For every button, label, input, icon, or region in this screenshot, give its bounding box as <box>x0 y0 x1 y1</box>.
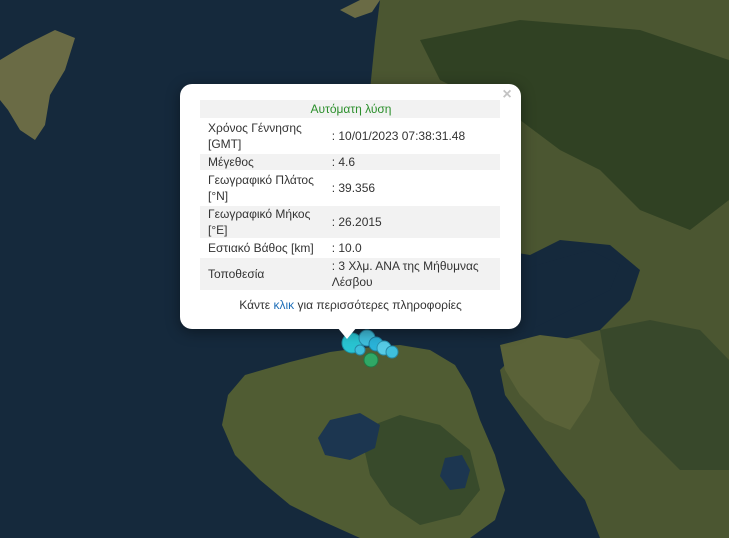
latitude-label: Γεωγραφικό Πλάτος [°N] <box>208 173 314 203</box>
table-row: Γεωγραφικό Πλάτος [°N] : 39.356 <box>200 172 500 204</box>
location-label: Τοποθεσία <box>200 258 330 290</box>
earthquake-marker-icon[interactable] <box>363 352 379 368</box>
origin-time-label: Χρόνος Γέννησης [GMT] <box>208 121 302 151</box>
earthquake-marker-icon[interactable] <box>354 344 366 356</box>
location-value: : 3 Χλμ. ΑΝΑ της Μήθυμνας Λέσβου <box>329 258 500 290</box>
more-info-suffix: για περισσότερες πληροφορίες <box>294 298 462 312</box>
more-info-link[interactable]: κλικ <box>273 298 294 312</box>
table-row: Τοποθεσία : 3 Χλμ. ΑΝΑ της Μήθυμνας Λέσβ… <box>200 258 500 290</box>
magnitude-label: Μέγεθος <box>200 154 330 170</box>
solution-title: Αυτόματη λύση <box>200 100 500 118</box>
close-icon[interactable]: × <box>499 87 515 103</box>
table-row: Γεωγραφικό Μήκος [°E] : 26.2015 <box>200 206 500 238</box>
longitude-label: Γεωγραφικό Μήκος [°E] <box>200 206 330 238</box>
table-row: Χρόνος Γέννησης [GMT] : 10/01/2023 07:38… <box>200 120 500 152</box>
earthquake-info-popup: × Αυτόματη λύση Χρόνος Γέννησης [GMT] : … <box>180 84 521 329</box>
depth-value: : 10.0 <box>331 241 362 255</box>
table-row: Εστιακό Βάθος [km] : 10.0 <box>200 240 500 256</box>
longitude-value: : 26.2015 <box>329 206 500 238</box>
latitude-value: : 39.356 <box>331 181 376 195</box>
popup-pointer <box>337 327 357 339</box>
earthquake-details-table: Αυτόματη λύση Χρόνος Γέννησης [GMT] : 10… <box>200 98 500 292</box>
origin-time-value: : 10/01/2023 07:38:31.48 <box>331 129 466 143</box>
earthquake-marker-icon[interactable] <box>385 345 399 359</box>
more-info-line: Κάντε κλικ για περισσότερες πληροφορίες <box>180 298 521 312</box>
table-row: Μέγεθος : 4.6 <box>200 154 500 170</box>
depth-label: Εστιακό Βάθος [km] <box>208 241 314 255</box>
more-info-prefix: Κάντε <box>239 298 274 312</box>
magnitude-value: : 4.6 <box>329 154 500 170</box>
